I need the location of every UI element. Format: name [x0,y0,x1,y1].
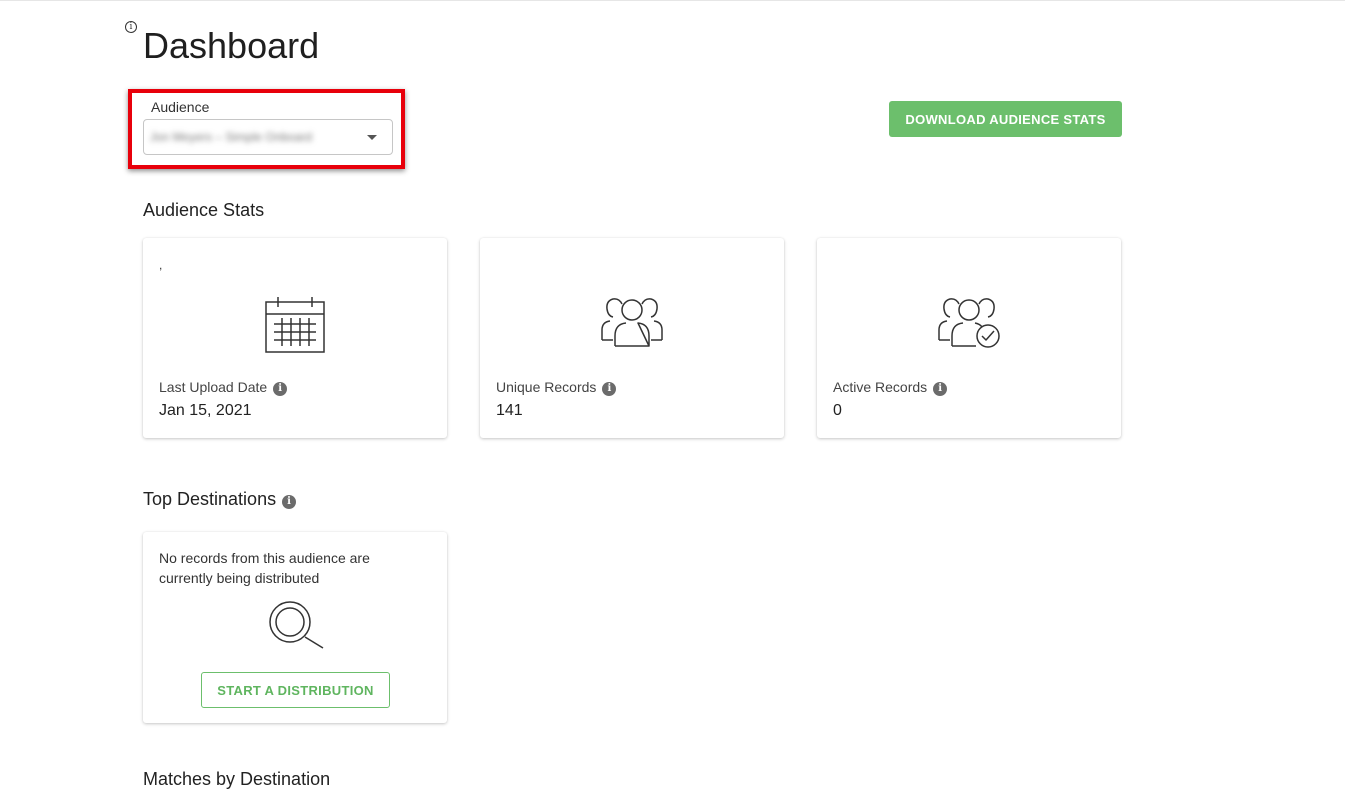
unique-records-card: Unique Records i 141 [480,238,784,438]
stray-mark: , [159,258,163,272]
magnifier-icon [269,601,324,649]
unique-records-value: 141 [496,402,523,419]
people-check-icon [938,298,1000,348]
info-icon[interactable]: i [125,21,137,33]
chevron-down-icon [367,135,377,140]
active-records-label: Active Records [833,379,928,395]
audience-selected-value: Jon Meyers – Simple Onboard [150,130,313,144]
audience-select[interactable]: Jon Meyers – Simple Onboard [143,119,393,155]
info-icon[interactable]: i [273,382,288,396]
empty-state-message: No records from this audience are curren… [159,550,370,586]
start-distribution-button[interactable]: START A DISTRIBUTION [201,672,390,708]
last-upload-value: Jan 15, 2021 [159,402,252,419]
matches-by-destination-title: Matches by Destination [143,769,331,789]
unique-records-label: Unique Records [496,379,597,395]
audience-label: Audience [151,99,210,115]
top-destinations-card: No records from this audience are curren… [143,532,447,723]
active-records-card: Active Records i 0 [817,238,1121,438]
last-upload-label: Last Upload Date [159,379,268,395]
info-icon[interactable]: i [933,382,948,396]
info-icon[interactable]: i [602,382,617,396]
active-records-label-row: Active Records i [833,379,948,396]
active-records-value: 0 [833,402,842,419]
audience-stats-title: Audience Stats [143,200,265,220]
info-icon[interactable]: i [282,495,297,509]
page-title: Dashboard [143,25,320,66]
last-upload-card: , Last Upload Date i Jan 15, 2021 [143,238,447,438]
top-destinations-title: Top Destinations [143,489,277,509]
people-icon [601,298,663,347]
unique-records-label-row: Unique Records i [496,379,617,396]
top-destinations-title-row: Top Destinations i [143,489,297,510]
last-upload-label-row: Last Upload Date i [159,379,288,396]
download-audience-stats-button[interactable]: DOWNLOAD AUDIENCE STATS [889,101,1122,137]
top-divider [0,0,1345,1]
calendar-icon [265,297,325,353]
